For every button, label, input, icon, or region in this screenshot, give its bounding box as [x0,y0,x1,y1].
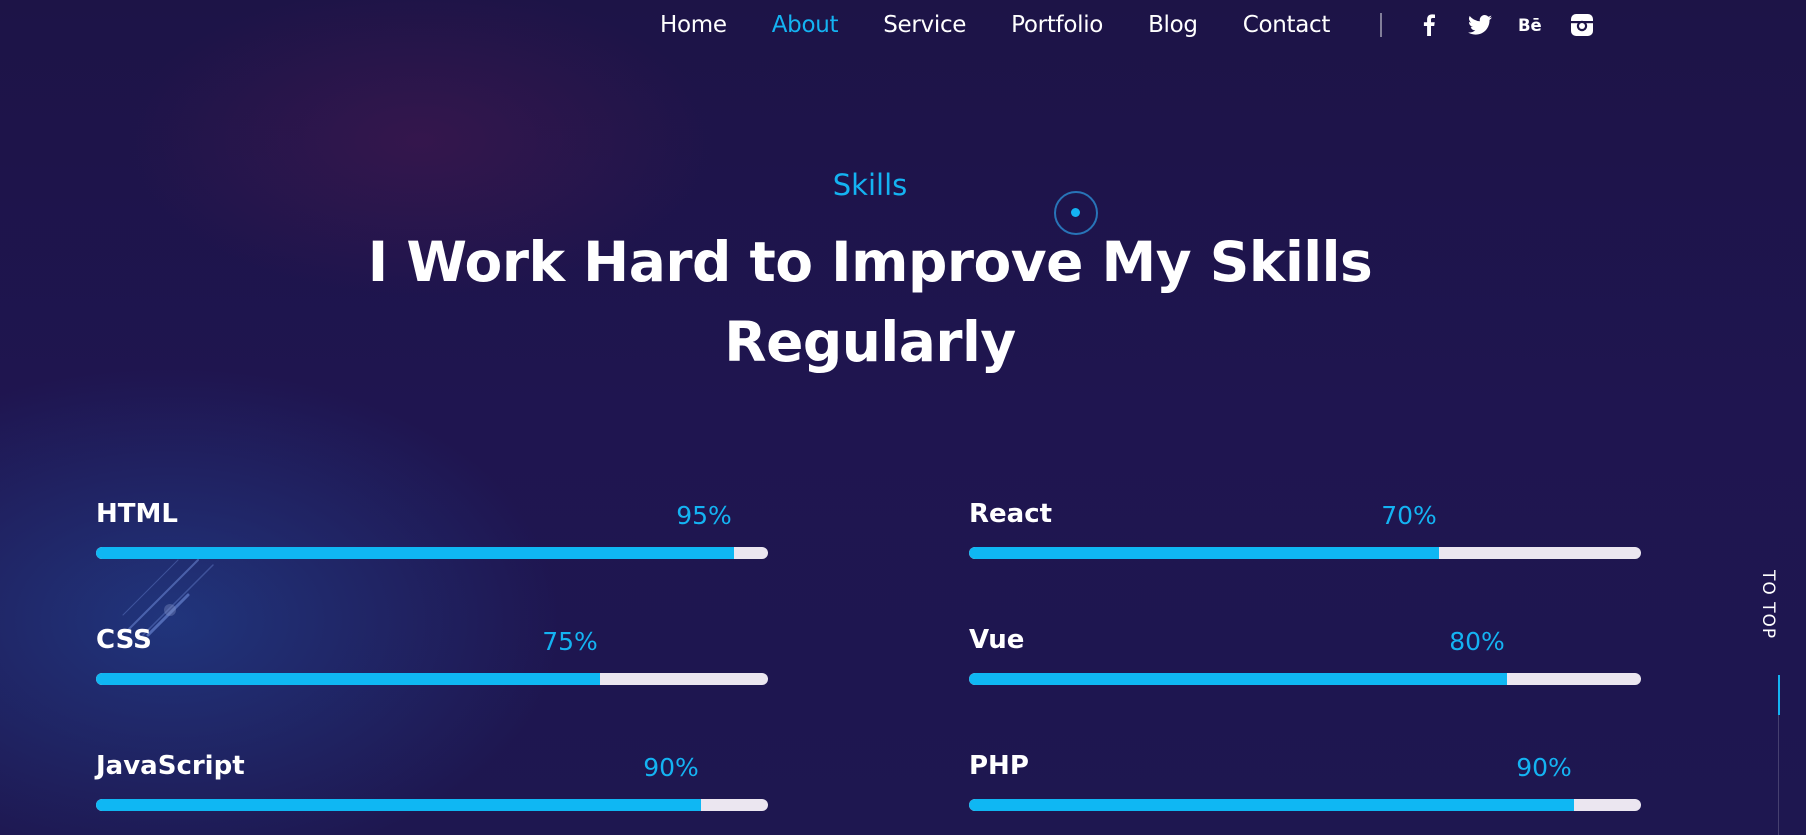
facebook-icon[interactable] [1416,12,1442,38]
title-line-2: Regularly [724,310,1016,374]
behance-icon[interactable]: Bē [1518,12,1544,38]
main-nav: Home About Service Portfolio Blog Contac… [660,8,1620,42]
to-top-track [1778,715,1779,835]
skill-vue: Vue 80% [969,625,1641,695]
skill-fill [96,673,600,685]
nav-divider [1380,13,1383,37]
nav-home[interactable]: Home [660,12,727,38]
skill-track [969,547,1641,559]
to-top-indicator [1778,675,1780,715]
skill-name: HTML [96,499,178,529]
social-links: Bē [1416,12,1620,38]
skill-track [96,673,768,685]
skill-html: HTML 95% [96,499,768,569]
skill-percent: 95% [676,501,732,530]
nav-service[interactable]: Service [883,12,966,38]
skill-track [969,673,1641,685]
skill-javascript: JavaScript 90% [96,751,768,821]
skill-react: React 70% [969,499,1641,569]
nav-about[interactable]: About [772,12,839,38]
svg-text:Bē: Bē [1518,16,1542,35]
skill-name: React [969,499,1053,529]
skill-name: JavaScript [96,751,245,781]
nav-portfolio[interactable]: Portfolio [1011,12,1103,38]
skill-track [969,799,1641,811]
to-top-button[interactable]: TO TOP [1758,570,1778,639]
skill-fill [96,547,735,559]
skill-percent: 70% [1381,501,1437,530]
skill-percent: 90% [643,753,699,782]
skill-fill [969,673,1507,685]
skill-name: PHP [969,751,1029,781]
title-line-1: I Work Hard to Improve My Skills [367,230,1373,294]
skill-fill [96,799,701,811]
section-title: I Work Hard to Improve My Skills Regular… [340,222,1400,382]
skill-fill [969,547,1440,559]
instagram-icon[interactable] [1569,12,1595,38]
skill-css: CSS 75% [96,625,768,695]
skill-name: Vue [969,625,1025,655]
page: Home About Service Portfolio Blog Contac… [0,0,1806,835]
skill-name: CSS [96,625,152,655]
skill-percent: 90% [1516,753,1572,782]
skill-percent: 80% [1449,627,1505,656]
twitter-icon[interactable] [1467,12,1493,38]
skill-percent: 75% [542,627,598,656]
cursor-dot [1071,208,1080,217]
nav-blog[interactable]: Blog [1148,12,1198,38]
skill-php: PHP 90% [969,751,1641,821]
skill-fill [969,799,1574,811]
nav-contact[interactable]: Contact [1243,12,1331,38]
section-eyebrow: Skills [832,168,908,202]
skill-track [96,547,768,559]
skill-track [96,799,768,811]
